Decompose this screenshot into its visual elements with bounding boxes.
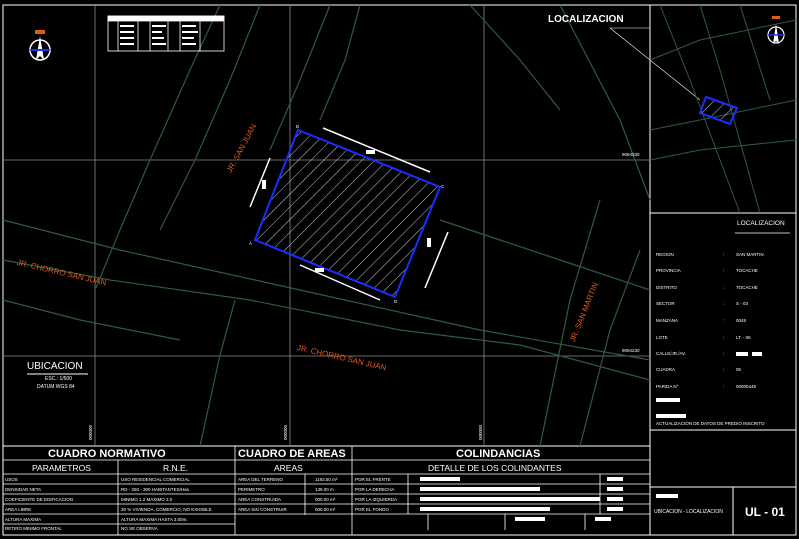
area-value: 1193.50 m² xyxy=(315,477,338,482)
info-colon: : xyxy=(723,367,725,372)
info-label: SECTOR xyxy=(656,301,675,306)
param-value: RD - 250 - 300 HABITANTES/Has xyxy=(121,487,189,492)
localizacion-panel-title: LOCALIZACION xyxy=(737,220,785,227)
cuadro-areas-title: CUADRO DE AREAS xyxy=(238,448,346,460)
datum-label: DATUM WGS 84 xyxy=(37,384,75,390)
area-label: AREA CONSTRUIDA xyxy=(238,497,282,502)
info-value: S - 03 xyxy=(736,301,749,306)
info-value: TOCACHE xyxy=(736,285,758,290)
colindante-bar xyxy=(515,517,545,521)
info-colon: : xyxy=(723,351,725,356)
address-bar xyxy=(752,352,762,356)
info-colon: : xyxy=(723,285,725,290)
colindancias-subtitle: DETALLE DE LOS COLINDANTES xyxy=(428,463,562,473)
colindante-label: POR LA DERECHA xyxy=(355,487,395,492)
info-colon: : xyxy=(723,268,725,273)
param-label: RETIRO MINIMO FRONTAL xyxy=(5,526,62,531)
info-bar xyxy=(656,414,686,418)
colindante-label: POR LA IZQUIERDA xyxy=(355,497,398,502)
info-colon: : xyxy=(723,301,725,306)
area-label: AREA SIN CONSTRUIR xyxy=(238,507,287,512)
info-colon: : xyxy=(723,335,725,340)
coord-north-1: 9094330 xyxy=(622,152,640,157)
area-value: 000.00 m² xyxy=(315,507,336,512)
colindante-bar xyxy=(607,507,623,511)
sheet-code: UL - 01 xyxy=(745,505,785,519)
info-colon: : xyxy=(723,384,725,389)
colindante-bar xyxy=(420,477,460,481)
param-label: DENSIDAD NETA xyxy=(5,487,42,492)
info-bar xyxy=(656,494,678,498)
vertex-b: B xyxy=(296,124,300,129)
info-value: 05 xyxy=(736,367,742,372)
info-value: TOCACHE xyxy=(736,268,758,273)
locator-lot xyxy=(698,95,739,126)
info-colon: : xyxy=(723,318,725,323)
info-label: REGION xyxy=(656,252,674,257)
ubicacion-title: UBICACION xyxy=(27,361,83,372)
info-value: LT. - 06 xyxy=(736,335,751,340)
param-value: USO RESIDENCIAL COMERCIAL xyxy=(121,477,190,482)
info-value: 0048 xyxy=(736,318,747,323)
info-colon: : xyxy=(723,252,725,257)
colindante-bar xyxy=(420,507,550,511)
colindante-label: POR EL FONDO xyxy=(355,507,389,512)
localizacion-title: LOCALIZACION xyxy=(548,14,624,25)
info-label: CUADRA xyxy=(656,367,676,372)
info-bar xyxy=(656,398,680,402)
sheet-description: UBICACION - LOCALIZACION xyxy=(654,509,723,515)
colindancias-title: COLINDANCIAS xyxy=(456,448,541,460)
area-label: PERIMETRO xyxy=(238,487,265,492)
north-arrow-small-icon xyxy=(767,16,785,44)
drawing-sheet: LOCALIZACION LOCALIZACION UBICACION ESC.… xyxy=(0,0,799,539)
cuadro-normativo-title: CUADRO NORMATIVO xyxy=(48,448,166,460)
colindante-label: POR EL FRENTE xyxy=(355,477,391,482)
param-value: MINIMO 1.2 MAXIMO 3.0 xyxy=(121,497,173,502)
info-label: PARIDA N° xyxy=(656,384,679,389)
colindante-bar xyxy=(607,477,623,481)
scale-label: ESC.: 1/500 xyxy=(45,376,72,382)
info-label: CALLE/JR./AV. xyxy=(656,351,687,356)
info-label: LOTE xyxy=(656,335,668,340)
rne-header: R.N.E. xyxy=(163,463,189,473)
coord-east-1: 000000 xyxy=(88,424,93,440)
colindante-bar xyxy=(420,497,600,501)
info-label: DISTRITO xyxy=(656,285,677,290)
area-value: 139.00 m xyxy=(315,487,334,492)
areas-header: AREAS xyxy=(274,463,303,473)
colindante-bar xyxy=(595,517,611,521)
area-label: AREA DEL TERRENO xyxy=(238,477,284,482)
colindante-bar xyxy=(420,487,540,491)
info-value: 00000448 xyxy=(736,384,757,389)
param-label: ALTURA MAXIMA xyxy=(5,517,42,522)
param-value: 30 % VIVIENDA, COMERCIO, NO EXIGIBLE xyxy=(121,507,212,512)
address-bar xyxy=(736,352,748,356)
param-value: NO SE OBSERVA xyxy=(121,526,158,531)
param-label: COEFICIENTE DE EDIFICACION xyxy=(5,497,74,502)
param-value: ALTURA MAXIMA HASTA 3.00m. xyxy=(121,517,188,522)
coord-north-2: 9094230 xyxy=(622,348,640,353)
colindante-bar xyxy=(607,497,623,501)
info-label: MANZANA xyxy=(656,318,679,323)
info-value: SAN MARTIN xyxy=(736,252,764,257)
coord-east-2: 000000 xyxy=(283,424,288,440)
north-arrow-icon xyxy=(29,30,51,61)
vertex-a: A xyxy=(249,241,253,246)
param-label: USOS xyxy=(5,477,18,482)
param-label: AREA LIBRE xyxy=(5,507,32,512)
coord-east-3: 000000 xyxy=(478,424,483,440)
actualizacion-label: ACTUALIZACION DE DATOS DE PREDIO INSCRIT… xyxy=(656,421,765,426)
parametros-header: PARAMETROS xyxy=(32,463,91,473)
lot-polygon xyxy=(253,128,442,299)
info-label: PROVINCIA xyxy=(656,268,681,273)
vertex-d: D xyxy=(394,299,398,304)
area-value: 000.00 m² xyxy=(315,497,336,502)
colindante-bar xyxy=(607,487,623,491)
vertex-c: C xyxy=(441,184,445,189)
